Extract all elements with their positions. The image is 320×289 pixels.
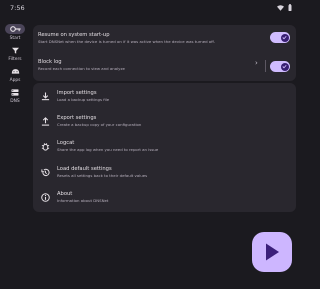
block-log-row[interactable]: Block log Record each connection to view…	[33, 53, 296, 81]
android-icon	[5, 66, 25, 76]
import-settings-title: Import settings	[57, 90, 97, 96]
resume-on-startup-row[interactable]: Resume on system start-up Start DNSNet w…	[33, 25, 296, 51]
block-log-title: Block log	[38, 59, 62, 65]
nav-label-start: Start	[9, 36, 21, 41]
export-settings-title: Export settings	[57, 115, 97, 121]
load-default-settings-row[interactable]: Load default settings Resets all setting…	[33, 162, 296, 186]
check-icon	[280, 33, 289, 42]
resume-switch[interactable]	[270, 32, 290, 43]
dns-icon	[5, 87, 25, 97]
nav-label-filters: Filters	[8, 57, 22, 62]
export-settings-subtitle: Create a backup copy of your configurati…	[57, 122, 142, 127]
nav-item-start[interactable]: Start	[0, 24, 30, 41]
bug-icon	[41, 143, 50, 151]
logcat-row[interactable]: Logcat Share the app log when you need t…	[33, 136, 296, 160]
import-settings-row[interactable]: Import settings Load a backup settings f…	[33, 85, 296, 109]
filter-icon	[5, 45, 25, 55]
upload-icon	[41, 117, 50, 126]
play-icon	[266, 243, 279, 261]
nav-item-filters[interactable]: Filters	[0, 45, 30, 62]
vertical-divider	[265, 60, 266, 72]
navigation-rail: Start Filters Apps DNS	[0, 18, 30, 289]
nav-item-dns[interactable]: DNS	[0, 87, 30, 104]
restore-icon	[41, 168, 50, 177]
chevron-right-icon[interactable]: ›	[255, 59, 258, 67]
battery-icon	[288, 4, 292, 11]
nav-label-apps: Apps	[9, 78, 21, 83]
import-settings-subtitle: Load a backup settings file	[57, 97, 110, 102]
status-bar: 7:56	[0, 0, 300, 18]
logcat-title: Logcat	[57, 140, 75, 146]
about-title: About	[57, 191, 73, 197]
toggle-settings-card: Resume on system start-up Start DNSNet w…	[33, 25, 296, 81]
wifi-icon	[277, 4, 284, 11]
actions-card: Import settings Load a backup settings f…	[33, 83, 296, 212]
key-icon	[5, 24, 25, 34]
about-row[interactable]: About Information about DNSNet	[33, 187, 296, 211]
export-settings-row[interactable]: Export settings Create a backup copy of …	[33, 111, 296, 135]
load-default-settings-title: Load default settings	[57, 166, 112, 172]
start-fab-button[interactable]	[252, 232, 292, 272]
nav-label-dns: DNS	[10, 99, 20, 104]
about-subtitle: Information about DNSNet	[57, 198, 109, 203]
load-default-settings-subtitle: Resets all settings back to their defaul…	[57, 173, 148, 178]
status-time: 7:56	[10, 4, 25, 12]
resume-subtitle: Start DNSNet when the device is turned o…	[38, 39, 216, 44]
block-log-switch[interactable]	[270, 61, 290, 72]
download-icon	[41, 92, 50, 101]
resume-title: Resume on system start-up	[38, 32, 110, 38]
check-icon	[280, 62, 289, 71]
block-log-subtitle: Record each connection to view and analy…	[38, 66, 125, 71]
logcat-subtitle: Share the app log when you need to repor…	[57, 147, 159, 152]
status-icons	[277, 4, 292, 11]
info-icon	[41, 193, 50, 202]
nav-item-apps[interactable]: Apps	[0, 66, 30, 83]
